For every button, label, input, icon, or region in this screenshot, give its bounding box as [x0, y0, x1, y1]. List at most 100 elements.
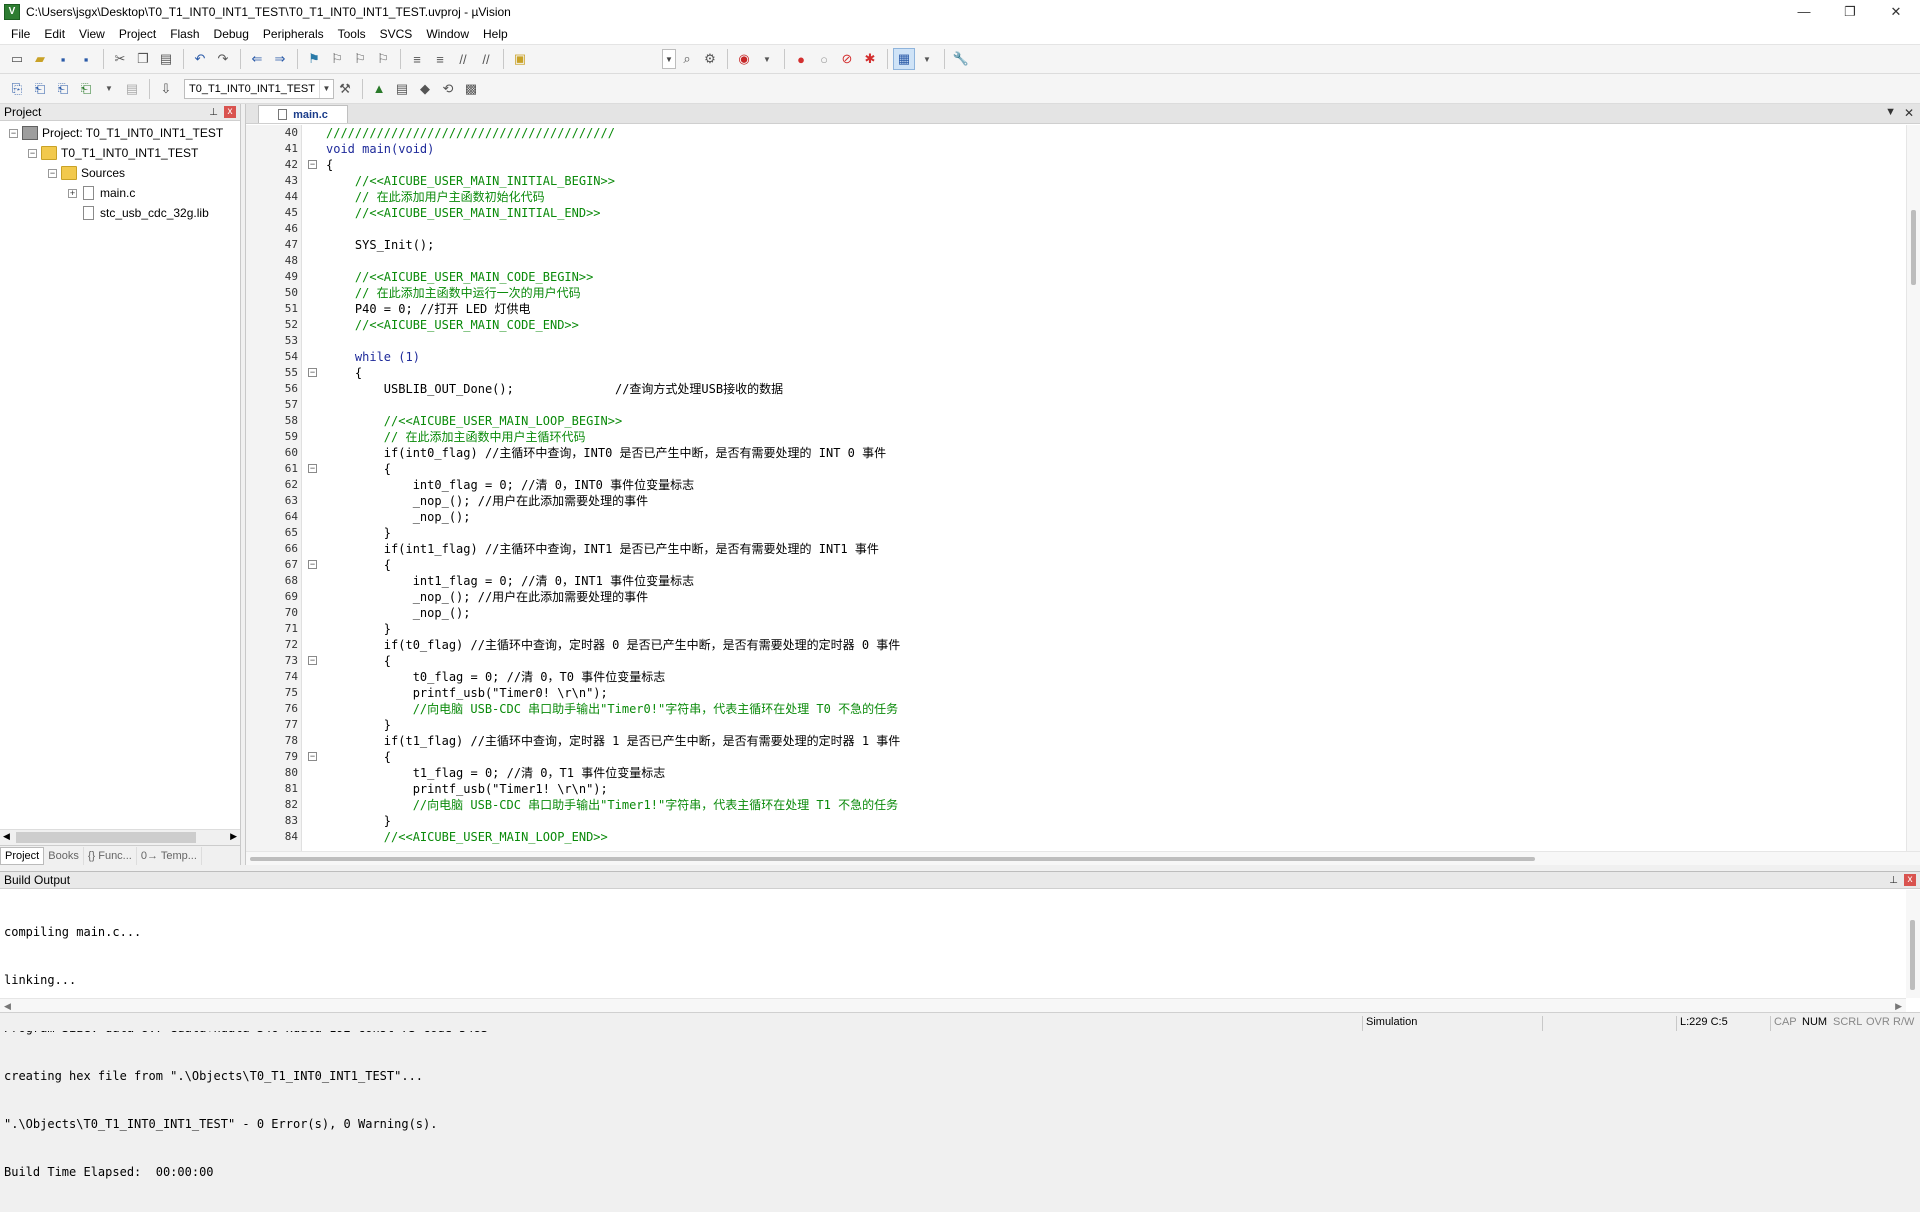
tab-templates[interactable]: 0→ Temp... [137, 846, 202, 865]
find-in-files-icon[interactable]: ▣ [509, 48, 531, 70]
code-line[interactable]: 79 { [246, 749, 1906, 765]
menu-project[interactable]: Project [112, 27, 163, 41]
scroll-right-icon[interactable]: ▶ [230, 831, 237, 842]
nav-forward-icon[interactable]: ⇒ [269, 48, 291, 70]
undo-icon[interactable]: ↶ [189, 48, 211, 70]
build-hscrollbar[interactable]: ◀ ▶ [0, 998, 1906, 1012]
collapse-icon[interactable]: − [9, 128, 18, 138]
code-line[interactable]: 47 SYS_Init(); [246, 237, 1906, 253]
download-icon[interactable]: ⇩ [155, 78, 177, 100]
code-line[interactable]: 83 } [246, 813, 1906, 829]
paste-icon[interactable]: ▤ [155, 48, 177, 70]
prev-bookmark-icon[interactable]: ⚐ [326, 48, 348, 70]
scroll-right-icon[interactable]: ▶ [1895, 1001, 1902, 1012]
menu-edit[interactable]: Edit [37, 27, 72, 41]
code-line[interactable]: 54 while (1) [246, 349, 1906, 365]
code-line[interactable]: 52 //<<AICUBE_USER_MAIN_CODE_END>> [246, 317, 1906, 333]
code-line[interactable]: 67 { [246, 557, 1906, 573]
code-line[interactable]: 46 [246, 221, 1906, 237]
pack-installer-icon[interactable]: ◆ [414, 78, 436, 100]
code-line[interactable]: 84 //<<AICUBE_USER_MAIN_LOOP_END>> [246, 829, 1906, 845]
collapse-icon[interactable]: − [28, 148, 37, 158]
close-icon[interactable]: x [1904, 874, 1916, 886]
menu-peripherals[interactable]: Peripherals [256, 27, 331, 41]
bookmark-icon[interactable]: ⚑ [303, 48, 325, 70]
code-line[interactable]: 71 } [246, 621, 1906, 637]
pin-icon[interactable]: ⊥ [209, 107, 218, 118]
code-line[interactable]: 75 printf_usb("Timer0! \r\n"); [246, 685, 1906, 701]
copy-icon[interactable]: ❐ [132, 48, 154, 70]
close-tab-icon[interactable]: ✕ [1904, 106, 1914, 120]
code-line[interactable]: 56 USBLIB_OUT_Done(); //查询方式处理USB接收的数据 [246, 381, 1906, 397]
debug-dropdown-icon[interactable]: ▼ [756, 48, 778, 70]
collapse-icon[interactable]: − [48, 168, 57, 178]
code-line[interactable]: 77 } [246, 717, 1906, 733]
code-line[interactable]: 81 printf_usb("Timer1! \r\n"); [246, 781, 1906, 797]
select-packs-icon[interactable]: ▤ [391, 78, 413, 100]
code-line[interactable]: 69 _nop_(); //用户在此添加需要处理的事件 [246, 589, 1906, 605]
close-icon[interactable]: x [224, 106, 236, 118]
uncomment-icon[interactable]: // [475, 48, 497, 70]
code-line[interactable]: 63 _nop_(); //用户在此添加需要处理的事件 [246, 493, 1906, 509]
find-combo[interactable]: ▼ [662, 49, 676, 69]
batch-build-icon[interactable]: ⎗ [75, 78, 97, 100]
cut-icon[interactable]: ✂ [109, 48, 131, 70]
build-vscrollbar[interactable] [1906, 890, 1920, 998]
configure-icon[interactable]: 🔧 [950, 48, 972, 70]
code-line[interactable]: 55 { [246, 365, 1906, 381]
menu-file[interactable]: File [4, 27, 37, 41]
batch-dropdown-icon[interactable]: ▼ [98, 78, 120, 100]
menu-help[interactable]: Help [476, 27, 515, 41]
fold-toggle-icon[interactable]: − [308, 560, 317, 569]
disable-breakpoint-icon[interactable]: ○ [813, 48, 835, 70]
manage-components-icon[interactable]: ▲ [368, 78, 390, 100]
code-line[interactable]: 64 _nop_(); [246, 509, 1906, 525]
close-button[interactable]: ✕ [1873, 0, 1919, 23]
code-line[interactable]: 59 // 在此添加主函数中用户主循环代码 [246, 429, 1906, 445]
code-line[interactable]: 76 //向电脑 USB-CDC 串口助手输出"Timer0!"字符串，代表主循… [246, 701, 1906, 717]
code-line[interactable]: 58 //<<AICUBE_USER_MAIN_LOOP_BEGIN>> [246, 413, 1906, 429]
target-options-icon[interactable]: ⚒ [334, 78, 356, 100]
code-line[interactable]: 61 { [246, 461, 1906, 477]
code-line[interactable]: 49 //<<AICUBE_USER_MAIN_CODE_BEGIN>> [246, 269, 1906, 285]
menu-window[interactable]: Window [419, 27, 476, 41]
code-line[interactable]: 62 int0_flag = 0; //清 0，INT0 事件位变量标志 [246, 477, 1906, 493]
code-line[interactable]: 44 // 在此添加用户主函数初始化代码 [246, 189, 1906, 205]
code-line[interactable]: 80 t1_flag = 0; //清 0，T1 事件位变量标志 [246, 765, 1906, 781]
tab-functions[interactable]: {} Func... [84, 846, 137, 865]
new-file-icon[interactable]: ▭ [6, 48, 28, 70]
clear-bookmarks-icon[interactable]: ⚐ [372, 48, 394, 70]
scroll-left-icon[interactable]: ◀ [3, 831, 10, 842]
menu-tools[interactable]: Tools [331, 27, 373, 41]
scroll-thumb[interactable] [16, 832, 196, 843]
extra-tool-icon[interactable]: ▩ [460, 78, 482, 100]
code-line[interactable]: 50 // 在此添加主函数中运行一次的用户代码 [246, 285, 1906, 301]
tab-main-c[interactable]: main.c [258, 105, 348, 123]
nav-back-icon[interactable]: ⇐ [246, 48, 268, 70]
code-line[interactable]: 57 [246, 397, 1906, 413]
build-icon[interactable]: ⎗ [29, 78, 51, 100]
breakpoint-icon[interactable]: ● [790, 48, 812, 70]
expand-icon[interactable]: + [68, 188, 77, 198]
code-line[interactable]: 82 //向电脑 USB-CDC 串口助手输出"Timer1!"字符串，代表主循… [246, 797, 1906, 813]
code-line[interactable]: 78 if(t1_flag) //主循环中查询，定时器 1 是否已产生中断，是否… [246, 733, 1906, 749]
pin-icon[interactable]: ⊥ [1889, 875, 1898, 886]
code-line[interactable]: 43 //<<AICUBE_USER_MAIN_INITIAL_BEGIN>> [246, 173, 1906, 189]
code-line[interactable]: 48 [246, 253, 1906, 269]
run-env-icon[interactable]: ⟲ [437, 78, 459, 100]
kill-breakpoints-icon[interactable]: ✱ [859, 48, 881, 70]
tree-item-sources[interactable]: − Sources [0, 163, 240, 183]
layout-dropdown-icon[interactable]: ▼ [916, 48, 938, 70]
debug-icon[interactable]: ◉ [733, 48, 755, 70]
stop-build-icon[interactable]: ▤ [121, 78, 143, 100]
save-icon[interactable]: ▪ [52, 48, 74, 70]
tree-item-target[interactable]: − T0_T1_INT0_INT1_TEST [0, 143, 240, 163]
comment-icon[interactable]: // [452, 48, 474, 70]
code-line[interactable]: 51 P40 = 0; //打开 LED 灯供电 [246, 301, 1906, 317]
fold-toggle-icon[interactable]: − [308, 160, 317, 169]
editor-hscrollbar[interactable] [246, 851, 1920, 865]
redo-icon[interactable]: ↷ [212, 48, 234, 70]
code-line[interactable]: 53 [246, 333, 1906, 349]
target-select[interactable]: T0_T1_INT0_INT1_TEST ▼ [184, 78, 334, 99]
tree-item-project[interactable]: − Project: T0_T1_INT0_INT1_TEST [0, 123, 240, 143]
